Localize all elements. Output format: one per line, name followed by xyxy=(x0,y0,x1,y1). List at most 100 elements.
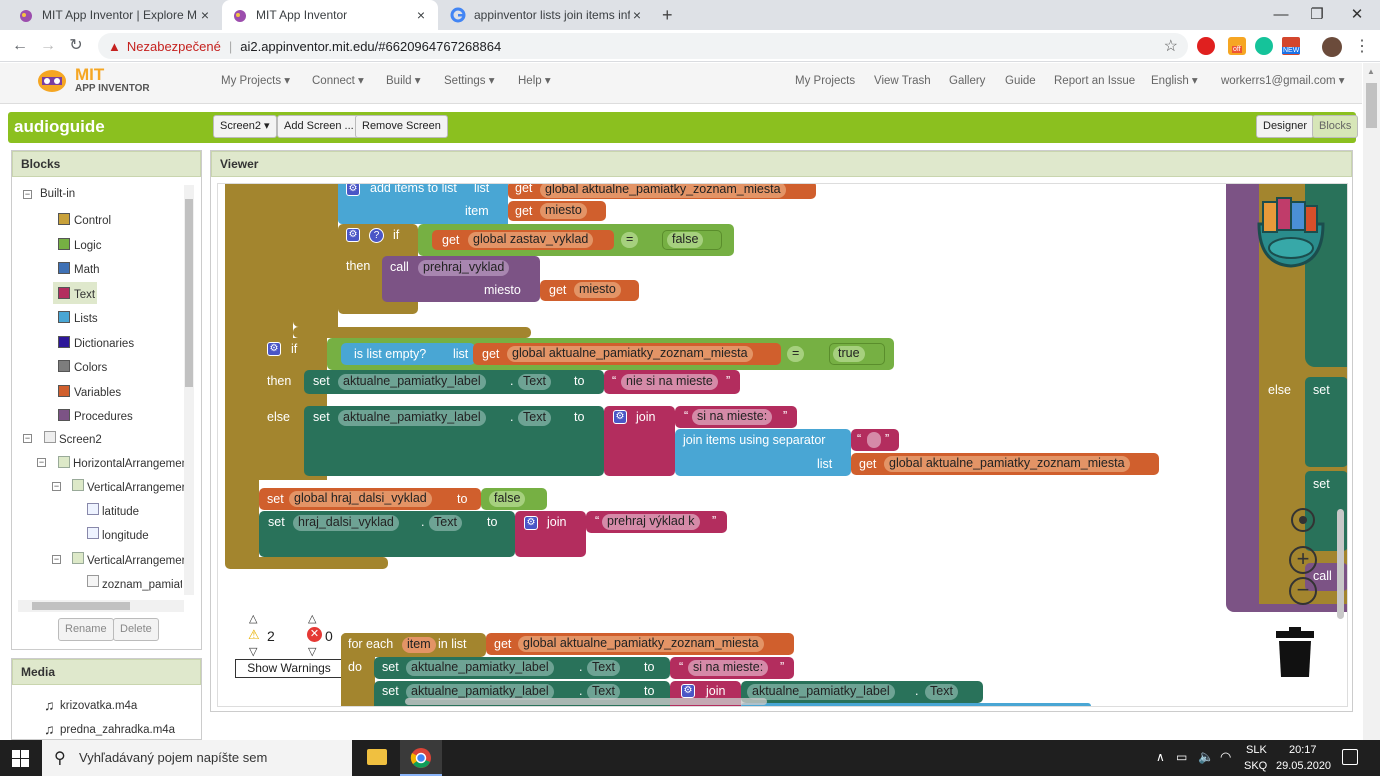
app-inventor-logo[interactable] xyxy=(34,65,70,95)
get-variable-block[interactable]: get global zastav_vyklad xyxy=(432,230,614,250)
tree-hscroll[interactable] xyxy=(18,600,184,612)
for-each-header[interactable]: for each item in list xyxy=(341,633,486,657)
variable-dropdown[interactable]: global aktualne_pamiatky_zoznam_miesta xyxy=(884,456,1130,472)
true-block[interactable]: true xyxy=(829,343,885,365)
join-with-separator-block[interactable]: join items using separator list xyxy=(675,429,851,476)
gmail-extension-icon[interactable]: NEW xyxy=(1282,37,1301,55)
errors-down-icon[interactable]: ▽ xyxy=(308,645,316,658)
tree-horizontal-arrangement[interactable]: HorizontalArrangemen xyxy=(73,458,188,470)
variable-dropdown[interactable]: global aktualne_pamiatky_zoznam_miesta xyxy=(540,184,786,198)
mutator-gear-icon[interactable]: ⚙ xyxy=(681,684,695,698)
workspace-hscroll[interactable] xyxy=(405,698,767,705)
tree-latitude[interactable]: latitude xyxy=(102,506,139,518)
join-block[interactable]: ⚙ join xyxy=(604,406,675,476)
scrollbar-thumb[interactable] xyxy=(32,602,130,610)
mutator-gear-icon[interactable]: ⚙ xyxy=(346,184,360,196)
text-value[interactable]: si na mieste: xyxy=(692,409,773,425)
window-close-button[interactable]: ✕ xyxy=(1334,0,1380,30)
text-value[interactable]: prehraj výklad k xyxy=(602,514,700,530)
delete-button[interactable]: Delete xyxy=(113,618,159,641)
show-warnings-button[interactable]: Show Warnings xyxy=(235,659,343,678)
get-variable-block[interactable]: get global aktualne_pamiatky_zoznam_mies… xyxy=(486,633,794,655)
mutator-gear-icon[interactable]: ⚙ xyxy=(524,516,538,530)
loop-variable[interactable]: item xyxy=(402,637,436,653)
help-question-icon[interactable]: ? xyxy=(369,228,384,243)
tree-builtin[interactable]: Built-in xyxy=(40,188,75,200)
collapse-icon[interactable]: − xyxy=(52,482,61,491)
variable-dropdown[interactable]: global aktualne_pamiatky_zoznam_miesta xyxy=(507,346,753,362)
browser-tab[interactable]: MIT App Inventor | Explore MIT A × xyxy=(8,0,222,30)
battery-icon[interactable]: ▭ xyxy=(1176,750,1187,764)
drawer-dictionaries[interactable]: Dictionaries xyxy=(74,338,134,350)
boolean-dropdown[interactable]: false xyxy=(489,491,526,507)
menu-connect[interactable]: Connect ▾ xyxy=(312,63,364,99)
set-property-block[interactable]: set aktualne_pamiatky_label . Text to xyxy=(374,657,670,679)
tree-vertical-arrangement-2[interactable]: VerticalArrangemer xyxy=(87,555,185,567)
bookmark-star-icon[interactable]: ☆ xyxy=(1164,36,1178,56)
clock-date[interactable]: 29.05.2020 xyxy=(1276,760,1331,772)
menu-my-projects[interactable]: My Projects ▾ xyxy=(221,63,290,99)
mutator-gear-icon[interactable]: ⚙ xyxy=(267,342,281,356)
collapse-icon[interactable]: − xyxy=(37,458,46,467)
notifications-icon[interactable] xyxy=(1342,749,1358,765)
outer-control-block[interactable] xyxy=(225,184,259,569)
tab-close-icon[interactable]: × xyxy=(414,7,428,23)
screen-select[interactable]: Screen2 ▾ xyxy=(213,115,277,138)
mutator-gear-icon[interactable]: ⚙ xyxy=(613,410,627,424)
trash-can-icon[interactable] xyxy=(1276,627,1314,679)
forward-arrow-icon[interactable]: → xyxy=(34,30,62,62)
operator-dropdown[interactable]: = xyxy=(621,232,639,248)
tab-close-icon[interactable]: × xyxy=(198,7,212,23)
procedure-dropdown[interactable]: prehraj_vyklad xyxy=(418,260,510,276)
collapse-icon[interactable]: − xyxy=(52,555,61,564)
is-list-empty-block[interactable]: is list empty? list xyxy=(341,343,475,365)
reload-icon[interactable]: ↻ xyxy=(62,30,90,62)
media-file[interactable]: predna_zahradka.m4a xyxy=(60,724,175,736)
menu-build[interactable]: Build ▾ xyxy=(386,63,421,99)
browser-tab-active[interactable]: MIT App Inventor × xyxy=(222,0,438,30)
language-menu[interactable]: English ▾ xyxy=(1151,63,1198,99)
inner-control-block[interactable] xyxy=(259,184,293,338)
property-dropdown[interactable]: Text xyxy=(518,374,551,390)
call-procedure-block[interactable]: call prehraj_vyklad miesto xyxy=(382,256,540,302)
link-view-trash[interactable]: View Trash xyxy=(874,63,931,99)
scrollbar-thumb[interactable] xyxy=(185,199,193,387)
inner-control-block-2[interactable] xyxy=(293,184,338,327)
join-block[interactable]: ⚙ join xyxy=(515,511,586,557)
zoom-in-icon[interactable]: + xyxy=(1289,546,1317,574)
volume-icon[interactable]: 🔈 xyxy=(1198,749,1214,765)
variable-dropdown[interactable]: global hraj_dalsi_vyklad xyxy=(289,491,432,507)
variable-dropdown[interactable]: global aktualne_pamiatky_zoznam_miesta xyxy=(518,636,764,652)
recenter-icon[interactable] xyxy=(1291,508,1315,532)
property-dropdown[interactable]: Text xyxy=(518,410,551,426)
scrollbar-thumb[interactable] xyxy=(1366,83,1377,128)
menu-settings[interactable]: Settings ▾ xyxy=(444,63,495,99)
property-dropdown[interactable]: Text xyxy=(587,660,620,676)
workspace-vscroll[interactable] xyxy=(1337,509,1344,619)
set-property-block[interactable]: set hraj_dalsi_vyklad . Text to xyxy=(259,511,515,557)
taskbar-search[interactable]: ⚲ Vyhľadávaný pojem napíšte sem xyxy=(42,740,352,776)
get-property-block[interactable]: aktualne_pamiatky_label . Text xyxy=(741,681,983,703)
false-block[interactable]: false xyxy=(662,230,722,250)
file-explorer-icon[interactable] xyxy=(367,749,387,765)
clock-time[interactable]: 20:17 xyxy=(1289,744,1317,756)
text-string-block[interactable]: “ ” xyxy=(851,429,899,451)
drawer-procedures[interactable]: Procedures xyxy=(74,411,133,423)
language-code[interactable]: SLK xyxy=(1246,744,1267,756)
text-value[interactable] xyxy=(867,432,881,448)
variable-dropdown[interactable]: miesto xyxy=(574,282,621,298)
link-gallery[interactable]: Gallery xyxy=(949,63,985,99)
tree-longitude[interactable]: longitude xyxy=(102,530,149,542)
compare-block[interactable]: is list empty? list get global aktualne_… xyxy=(327,338,894,370)
grammarly-icon[interactable] xyxy=(1255,37,1273,55)
remove-screen-button[interactable]: Remove Screen xyxy=(355,115,448,138)
tree-zoznam[interactable]: zoznam_pamiatc xyxy=(102,579,182,591)
windows-start-icon[interactable] xyxy=(12,750,29,767)
drawer-logic[interactable]: Logic xyxy=(74,240,102,252)
drawer-control[interactable]: Control xyxy=(74,215,111,227)
false-block[interactable]: false xyxy=(481,488,547,510)
drawer-variables[interactable]: Variables xyxy=(74,387,121,399)
variable-dropdown[interactable]: global zastav_vyklad xyxy=(468,232,594,248)
text-string-block[interactable]: “ si na mieste: ” xyxy=(670,657,794,679)
text-string-block[interactable]: “ si na mieste: ” xyxy=(675,406,797,428)
